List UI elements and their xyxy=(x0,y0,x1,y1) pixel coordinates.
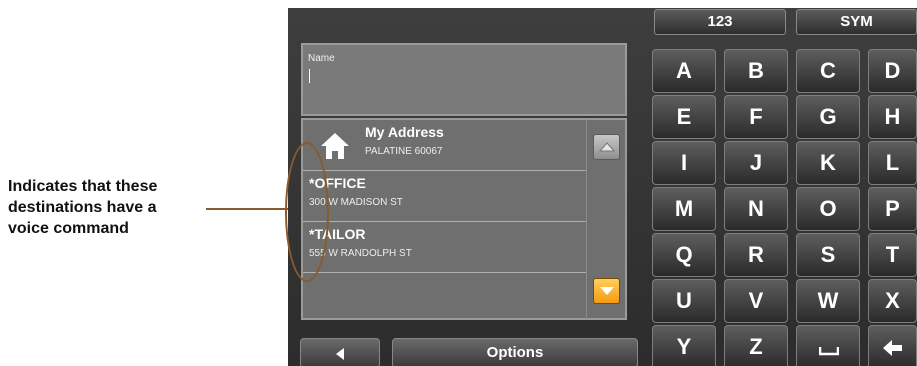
key-g[interactable]: G xyxy=(796,95,860,139)
key-r[interactable]: R xyxy=(724,233,788,277)
key-f[interactable]: F xyxy=(724,95,788,139)
scroll-column xyxy=(586,118,627,320)
scroll-up-button[interactable] xyxy=(593,134,620,160)
key-b[interactable]: B xyxy=(724,49,788,93)
key-e[interactable]: E xyxy=(652,95,716,139)
home-icon xyxy=(321,133,349,159)
annotation-line-1: Indicates that these xyxy=(8,178,158,195)
options-button[interactable]: Options xyxy=(392,338,638,366)
key-s[interactable]: S xyxy=(796,233,860,277)
key-i[interactable]: I xyxy=(652,141,716,185)
key-y[interactable]: Y xyxy=(652,325,716,366)
arrow-left-icon xyxy=(336,348,344,360)
annotation-line-2: destinations have a xyxy=(8,199,157,216)
space-key[interactable] xyxy=(796,325,860,366)
list-item[interactable]: *OFFICE 300 W MADISON ST xyxy=(303,171,586,222)
list-item[interactable]: *TAILOR 555 W RANDOLPH ST xyxy=(303,222,586,273)
destination-title: My Address xyxy=(365,124,444,140)
key-n[interactable]: N xyxy=(724,187,788,231)
annotation-line-3: voice command xyxy=(8,220,129,237)
key-c[interactable]: C xyxy=(796,49,860,93)
key-t[interactable]: T xyxy=(868,233,917,277)
back-button[interactable] xyxy=(300,338,380,366)
key-v[interactable]: V xyxy=(724,279,788,323)
key-o[interactable]: O xyxy=(796,187,860,231)
key-h[interactable]: H xyxy=(868,95,917,139)
symbols-mode-key[interactable]: SYM xyxy=(796,9,917,35)
backspace-key[interactable] xyxy=(868,325,917,366)
annotation-leader-line xyxy=(206,208,290,210)
name-label: Name xyxy=(308,53,335,64)
triangle-down-icon xyxy=(600,287,614,295)
annotation-text: Indicates that these destinations have a… xyxy=(8,176,208,239)
key-a[interactable]: A xyxy=(652,49,716,93)
backspace-arrow-icon xyxy=(883,340,902,356)
numbers-mode-key[interactable]: 123 xyxy=(654,9,786,35)
key-j[interactable]: J xyxy=(724,141,788,185)
key-p[interactable]: P xyxy=(868,187,917,231)
destination-list: My Address PALATINE 60067 *OFFICE 300 W … xyxy=(301,118,588,320)
navigation-screen: Name My Address PALATINE 60067 *OFFICE 3… xyxy=(288,8,917,366)
annotation-oval xyxy=(285,142,329,282)
destination-address: PALATINE 60067 xyxy=(365,146,443,157)
name-input[interactable]: Name xyxy=(301,43,627,116)
key-x[interactable]: X xyxy=(868,279,917,323)
key-k[interactable]: K xyxy=(796,141,860,185)
key-d[interactable]: D xyxy=(868,49,917,93)
key-z[interactable]: Z xyxy=(724,325,788,366)
key-q[interactable]: Q xyxy=(652,233,716,277)
key-l[interactable]: L xyxy=(868,141,917,185)
key-u[interactable]: U xyxy=(652,279,716,323)
text-caret xyxy=(309,69,310,83)
key-m[interactable]: M xyxy=(652,187,716,231)
list-item[interactable]: My Address PALATINE 60067 xyxy=(303,120,586,171)
key-w[interactable]: W xyxy=(796,279,860,323)
space-icon xyxy=(819,347,839,356)
triangle-up-icon xyxy=(599,142,615,152)
scroll-down-button[interactable] xyxy=(593,278,620,304)
